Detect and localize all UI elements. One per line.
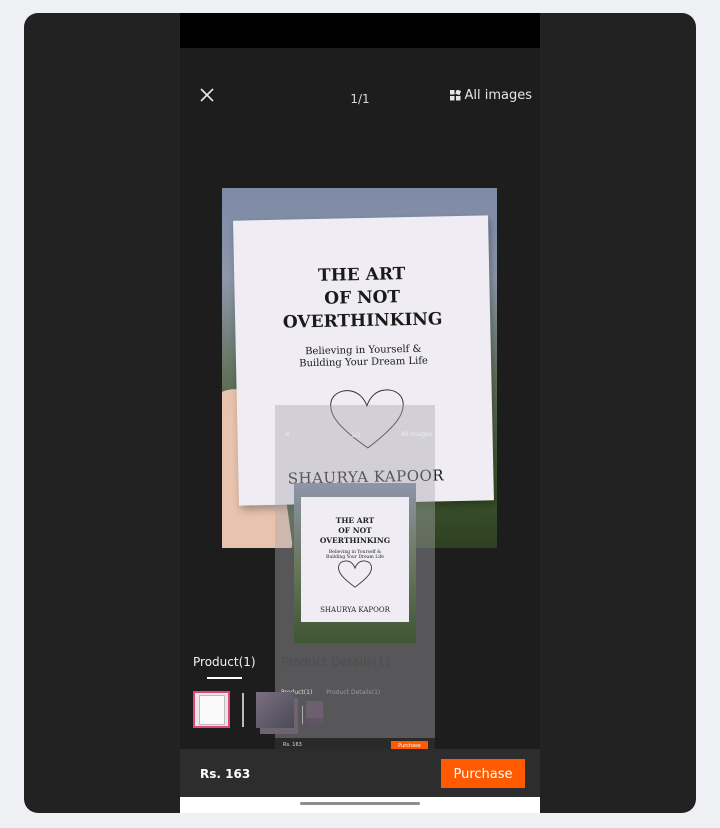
thumbnail-strip xyxy=(193,691,323,728)
purchase-bar: Rs. 163 Purchase xyxy=(180,749,540,797)
home-indicator[interactable] xyxy=(300,802,420,805)
thumbnail-selected[interactable] xyxy=(193,691,230,728)
price-label: Rs. 163 xyxy=(200,767,251,781)
tab-product-details[interactable]: Product Details(1) xyxy=(282,655,390,669)
grid-icon xyxy=(450,90,462,101)
overlay-product-image: THE ART OF NOT OVERTHINKING Believing in… xyxy=(294,483,416,643)
book-subtitle: Believing in Yourself & Building Your Dr… xyxy=(299,343,429,370)
purchase-button[interactable]: Purchase xyxy=(441,759,525,788)
thumbnail-detail[interactable] xyxy=(256,691,294,728)
status-bar xyxy=(180,13,540,48)
top-bar: 1/1 All images xyxy=(180,48,540,148)
book-title: THE ART OF NOT OVERTHINKING xyxy=(282,264,443,333)
overlay-book-cover: THE ART OF NOT OVERTHINKING Believing in… xyxy=(301,497,409,622)
viewer-frame: 1/1 All images THE ART OF NOT OVERTHINKI… xyxy=(24,13,696,813)
all-images-button[interactable]: All images xyxy=(450,88,532,103)
phone-screen: 1/1 All images THE ART OF NOT OVERTHINKI… xyxy=(180,13,540,813)
overlay-top-bar: ✕ 1/1 All images xyxy=(285,431,432,439)
tab-product[interactable]: Product(1) xyxy=(193,655,256,679)
thumbnail-book xyxy=(198,694,225,725)
product-tabs: Product(1) Product Details(1) xyxy=(193,655,390,679)
all-images-label: All images xyxy=(464,88,532,103)
home-indicator-area xyxy=(180,797,540,813)
thumbnail-detail-small[interactable] xyxy=(306,701,323,718)
thumbnail-divider xyxy=(242,692,244,727)
overlay-heart-icon xyxy=(338,560,372,588)
